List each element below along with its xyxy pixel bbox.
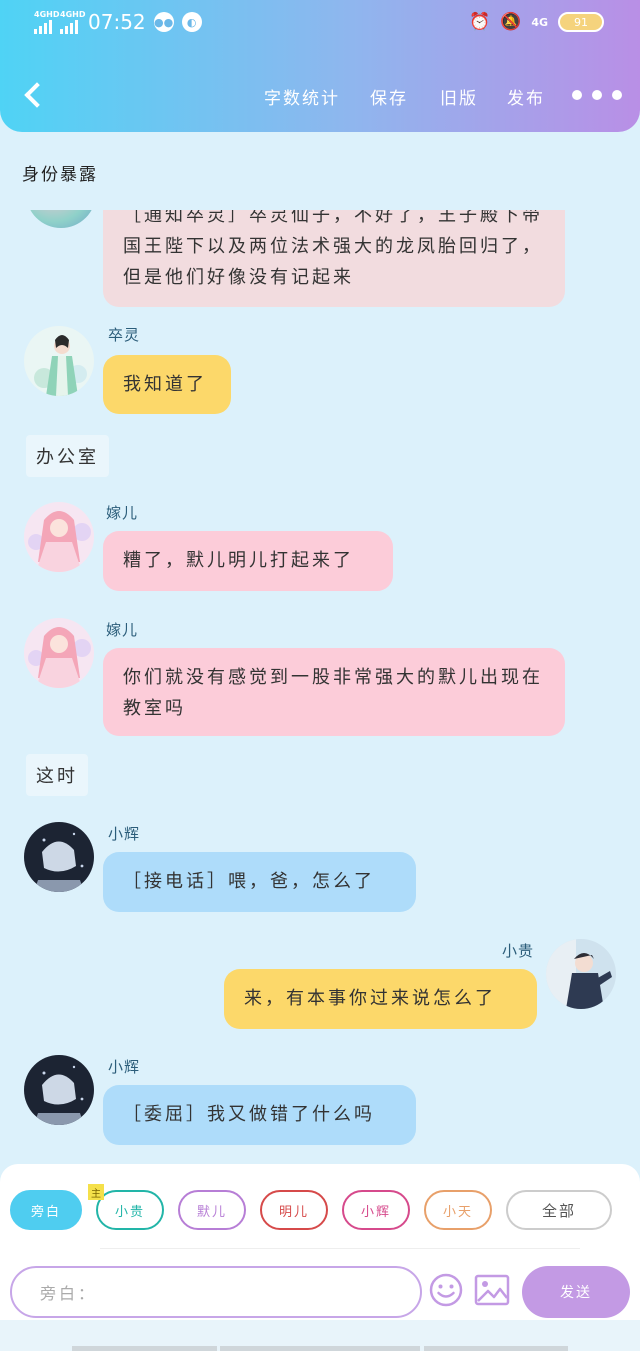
role-tag-narrator[interactable]: 旁白 (10, 1190, 82, 1230)
image-icon (474, 1274, 510, 1306)
lead-role-badge: 主 (88, 1184, 104, 1200)
image-button[interactable] (474, 1274, 510, 1306)
wechat-icon: ●● (153, 12, 174, 32)
message-bubble[interactable]: ［通知卒灵］卒灵仙子，不好了，王子殿下带国王陛下以及两位法术强大的龙凤胎回归了，… (103, 210, 565, 307)
clock: 07:52 (88, 10, 146, 34)
role-tag-xiaotian[interactable]: 小天 (424, 1190, 492, 1230)
signal-icon: 4GHD (60, 10, 85, 34)
send-button[interactable]: 发送 (522, 1266, 630, 1318)
battery-icon: 91 (558, 12, 604, 32)
nav-bar: 字数统计 保存 旧版 发布 (0, 70, 640, 120)
message-bubble[interactable]: 你们就没有感觉到一股非常强大的默儿出现在教室吗 (103, 648, 565, 736)
status-right: ⏰ 🔕 4G 91 (469, 12, 604, 32)
signal-icon: 4GHD (34, 10, 59, 34)
publish-button[interactable]: 发布 (507, 84, 545, 109)
word-count-button[interactable]: 字数统计 (264, 84, 340, 109)
message-bubble[interactable]: 糟了，默儿明儿打起来了 (103, 531, 393, 591)
old-version-button[interactable]: 旧版 (440, 84, 478, 109)
network-label: 4GHD (60, 10, 86, 19)
emoji-button[interactable] (428, 1272, 464, 1308)
message-bubble[interactable]: 来，有本事你过来说怎么了 (224, 969, 537, 1029)
avatar[interactable] (24, 1055, 94, 1125)
network-4g-label: 4G (531, 15, 548, 29)
app-header: 4GHD 4GHD 07:52 ●● ◐ ⏰ 🔕 4G 91 字数统计 保存 旧… (0, 0, 640, 132)
narration-text[interactable]: 这时 (26, 754, 88, 796)
network-label: 4GHD (34, 10, 60, 19)
avatar[interactable] (546, 939, 616, 1009)
sender-name: 小辉 (108, 825, 141, 843)
sender-name: 小辉 (108, 1058, 141, 1076)
avatar[interactable] (24, 618, 94, 688)
sender-name: 嫁儿 (106, 504, 139, 522)
chat-area[interactable]: ［通知卒灵］卒灵仙子，不好了，王子殿下带国王陛下以及两位法术强大的龙凤胎回归了，… (0, 210, 640, 1165)
narration-text[interactable]: 办公室 (26, 435, 109, 477)
avatar[interactable] (24, 822, 94, 892)
message-input[interactable]: 旁白： (10, 1266, 422, 1318)
alarm-icon: ⏰ (468, 12, 491, 32)
message-bubble[interactable]: ［委屈］我又做错了什么吗 (103, 1085, 416, 1145)
role-tag-xiaohui[interactable]: 小辉 (342, 1190, 410, 1230)
status-left: 4GHD 4GHD 07:52 ●● ◐ (34, 10, 202, 34)
sender-name: 卒灵 (108, 326, 141, 344)
mute-bell-icon: 🔕 (500, 12, 522, 32)
role-tag-moer[interactable]: 默儿 (178, 1190, 246, 1230)
sender-name: 嫁儿 (106, 621, 139, 639)
save-button[interactable]: 保存 (370, 84, 408, 109)
compose-panel: 旁白 小贵 主 默儿 明儿 小辉 小天 全部 旁白： 发送 (0, 1164, 640, 1320)
divider (100, 1248, 580, 1249)
sender-name: 小贵 (502, 942, 535, 960)
more-options-button[interactable] (572, 90, 622, 100)
system-nav-bar (0, 1320, 640, 1351)
avatar[interactable] (24, 502, 94, 572)
status-bar: 4GHD 4GHD 07:52 ●● ◐ ⏰ 🔕 4G 91 (0, 8, 640, 42)
role-tag-all[interactable]: 全部 (506, 1190, 612, 1230)
message-bubble[interactable]: 我知道了 (103, 355, 231, 414)
chapter-title: 身份暴露 (22, 165, 98, 185)
avatar[interactable] (26, 210, 96, 228)
smiley-icon (429, 1273, 463, 1307)
message-bubble[interactable]: ［接电话］喂，爸，怎么了 (103, 852, 416, 912)
role-tag-xiaogui[interactable]: 小贵 (96, 1190, 164, 1230)
avatar[interactable] (24, 326, 94, 396)
globe-icon: ◐ (181, 12, 202, 32)
back-button[interactable] (22, 80, 46, 110)
role-tag-minger[interactable]: 明儿 (260, 1190, 328, 1230)
